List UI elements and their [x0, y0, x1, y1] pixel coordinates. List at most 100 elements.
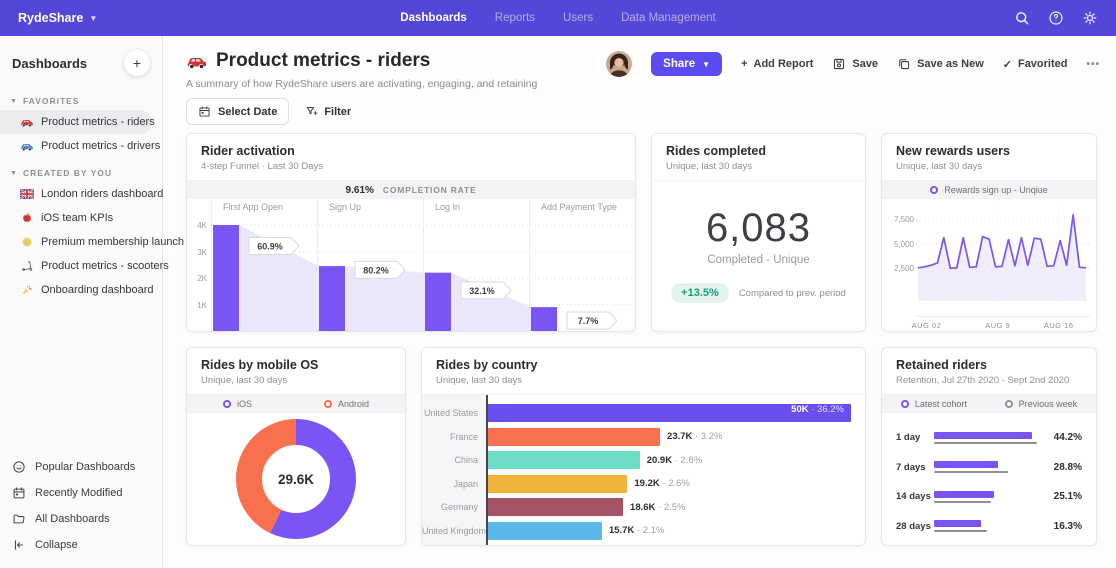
main-content: Product metrics - riders A summary of ho… [164, 36, 1116, 568]
x-axis-tick: AUG 16 [1044, 321, 1074, 330]
retention-pct: 25.1% [1046, 491, 1082, 502]
retention-row-7-days: 7 days28.8% [896, 453, 1082, 483]
donut-center-value: 29.6K [278, 472, 314, 487]
bar [488, 522, 602, 540]
legend-marker [901, 400, 909, 408]
country-label: Germany [422, 502, 486, 512]
funnel-step-label: Add Payment Type [529, 202, 635, 212]
retention-track [934, 432, 1046, 444]
nav-data-management[interactable]: Data Management [621, 12, 716, 24]
card-title: New rewards users [896, 144, 1082, 158]
retention-label: 1 day [896, 432, 934, 443]
favorited-button[interactable]: ✓ Favorited [1003, 58, 1068, 71]
select-date-button[interactable]: Select Date [186, 98, 289, 125]
card-retained-riders: Retained riders Retention, Jul 27th 2020… [881, 347, 1097, 546]
legend-rewards-signup[interactable]: Rewards sign up - Unqiue [930, 185, 1048, 195]
blue-car-icon [20, 140, 34, 152]
nav-users[interactable]: Users [563, 12, 593, 24]
bar-zone: 15.7K · 2.1% [488, 522, 851, 540]
legend-marker [324, 400, 332, 408]
sidebar-section-header[interactable]: ▼CREATED BY YOU [0, 158, 162, 182]
retention-track [934, 461, 1046, 473]
help-icon[interactable] [1048, 10, 1064, 26]
sidebar-item-product-metrics-scooters[interactable]: Product metrics - scooters [0, 254, 152, 278]
country-label: Japan [422, 479, 486, 489]
country-label: China [422, 455, 486, 465]
page-title: Product metrics - riders [216, 50, 430, 72]
retention-label: 14 days [896, 491, 934, 502]
avatar[interactable] [606, 51, 632, 77]
sidebar-footer-all-dashboards[interactable]: All Dashboards [0, 506, 152, 532]
nav-dashboards[interactable]: Dashboards [400, 12, 466, 24]
sidebar-footer-popular-dashboards[interactable]: Popular Dashboards [0, 454, 152, 480]
save-button[interactable]: Save [832, 57, 878, 71]
country-row-germany: Germany 18.6K · 2.5% [422, 498, 851, 516]
check-icon: ✓ [1003, 58, 1012, 71]
retention-prev-bar [934, 530, 987, 532]
add-report-button[interactable]: + Add Report [741, 58, 813, 70]
bar-zone: 19.2K · 2.6% [488, 475, 851, 493]
sidebar-item-london-riders-dashboard[interactable]: London riders dashboard [0, 182, 152, 206]
bar: 50K · 36.2% [488, 404, 851, 422]
bar-zone: 18.6K · 2.5% [488, 498, 851, 516]
retention-label: 28 days [896, 521, 934, 532]
uk-flag-icon [20, 188, 34, 200]
metric-value: 6,083 [706, 208, 811, 248]
apple-icon [20, 212, 34, 224]
y-axis-tick: 2K [187, 274, 207, 283]
scooter-icon [20, 260, 34, 272]
card-subtitle: Unique, last 30 days [896, 161, 1082, 172]
legend-android[interactable]: Android [324, 399, 369, 409]
legend-previous-week[interactable]: Previous week [1005, 399, 1078, 409]
country-label: France [422, 432, 486, 442]
card-title: Retained riders [896, 358, 1082, 372]
bar [488, 475, 627, 493]
card-rider-activation: Rider activation 4-step Funnel · Last 30… [186, 133, 636, 332]
more-options-button[interactable]: ••• [1086, 59, 1100, 70]
add-dashboard-button[interactable]: + [124, 50, 150, 76]
sidebar-footer-recently-modified[interactable]: Recently Modified [0, 480, 152, 506]
sidebar-item-label: Product metrics - riders [41, 116, 155, 128]
sidebar-item-ios-team-kpis[interactable]: iOS team KPIs [0, 206, 152, 230]
sidebar-section-header[interactable]: ▼FAVORITES [0, 86, 162, 110]
chevron-down-icon: ▼ [10, 98, 18, 105]
card-subtitle: Retention, Jul 27th 2020 - Sept 2nd 2020 [896, 375, 1082, 386]
retention-pct: 44.2% [1046, 432, 1082, 443]
svg-text:80.2%: 80.2% [363, 265, 389, 275]
card-subtitle: Unique, last 30 days [436, 375, 851, 386]
card-rides-by-os: Rides by mobile OS Unique, last 30 days … [186, 347, 406, 546]
svg-text:7.7%: 7.7% [578, 316, 599, 326]
bar-value: 15.7K · 2.1% [609, 525, 664, 536]
legend-latest-cohort[interactable]: Latest cohort [901, 399, 967, 409]
bar-value: 18.6K · 2.5% [630, 502, 685, 513]
gear-icon[interactable] [1082, 10, 1098, 26]
sidebar-footer-collapse[interactable]: Collapse [0, 532, 152, 558]
retention-row-28-days: 28 days16.3% [896, 512, 1082, 542]
search-icon[interactable] [1014, 10, 1030, 26]
share-button[interactable]: Share ▼ [651, 52, 722, 76]
calendar-icon [198, 105, 211, 118]
sidebar-item-onboarding-dashboard[interactable]: Onboarding dashboard [0, 278, 152, 302]
country-row-united-kingdom: United Kingdom15.7K · 2.1% [422, 522, 851, 540]
collapse-icon [12, 538, 26, 552]
sidebar-item-product-metrics-riders[interactable]: Product metrics - riders [0, 110, 152, 134]
x-axis-tick: AUG 9 [985, 321, 1010, 330]
sidebar-item-premium-membership-launch[interactable]: Premium membership launch [0, 230, 152, 254]
legend-ios[interactable]: iOS [223, 399, 252, 409]
save-as-new-button[interactable]: Save as New [897, 57, 984, 71]
copy-icon [897, 57, 911, 71]
card-subtitle: Unique, last 30 days [666, 161, 851, 172]
legend-marker [1005, 400, 1013, 408]
retention-row-14-days: 14 days 25.1% [896, 482, 1082, 512]
filter-button[interactable]: Filter [305, 105, 351, 118]
metric-label: Completed - Unique [707, 254, 809, 266]
brand-menu[interactable]: RydeShare ▼ [18, 11, 97, 25]
red-car-icon [186, 52, 208, 70]
delta-badge: +13.5% [671, 283, 729, 303]
sidebar-item-label: Onboarding dashboard [41, 284, 154, 296]
sidebar-footer-label: Popular Dashboards [35, 461, 135, 473]
sidebar-item-product-metrics-drivers[interactable]: Product metrics - drivers [0, 134, 152, 158]
top-nav: RydeShare ▼ Dashboards Reports Users Dat… [0, 0, 1116, 36]
party-icon [20, 284, 34, 296]
nav-reports[interactable]: Reports [495, 12, 535, 24]
